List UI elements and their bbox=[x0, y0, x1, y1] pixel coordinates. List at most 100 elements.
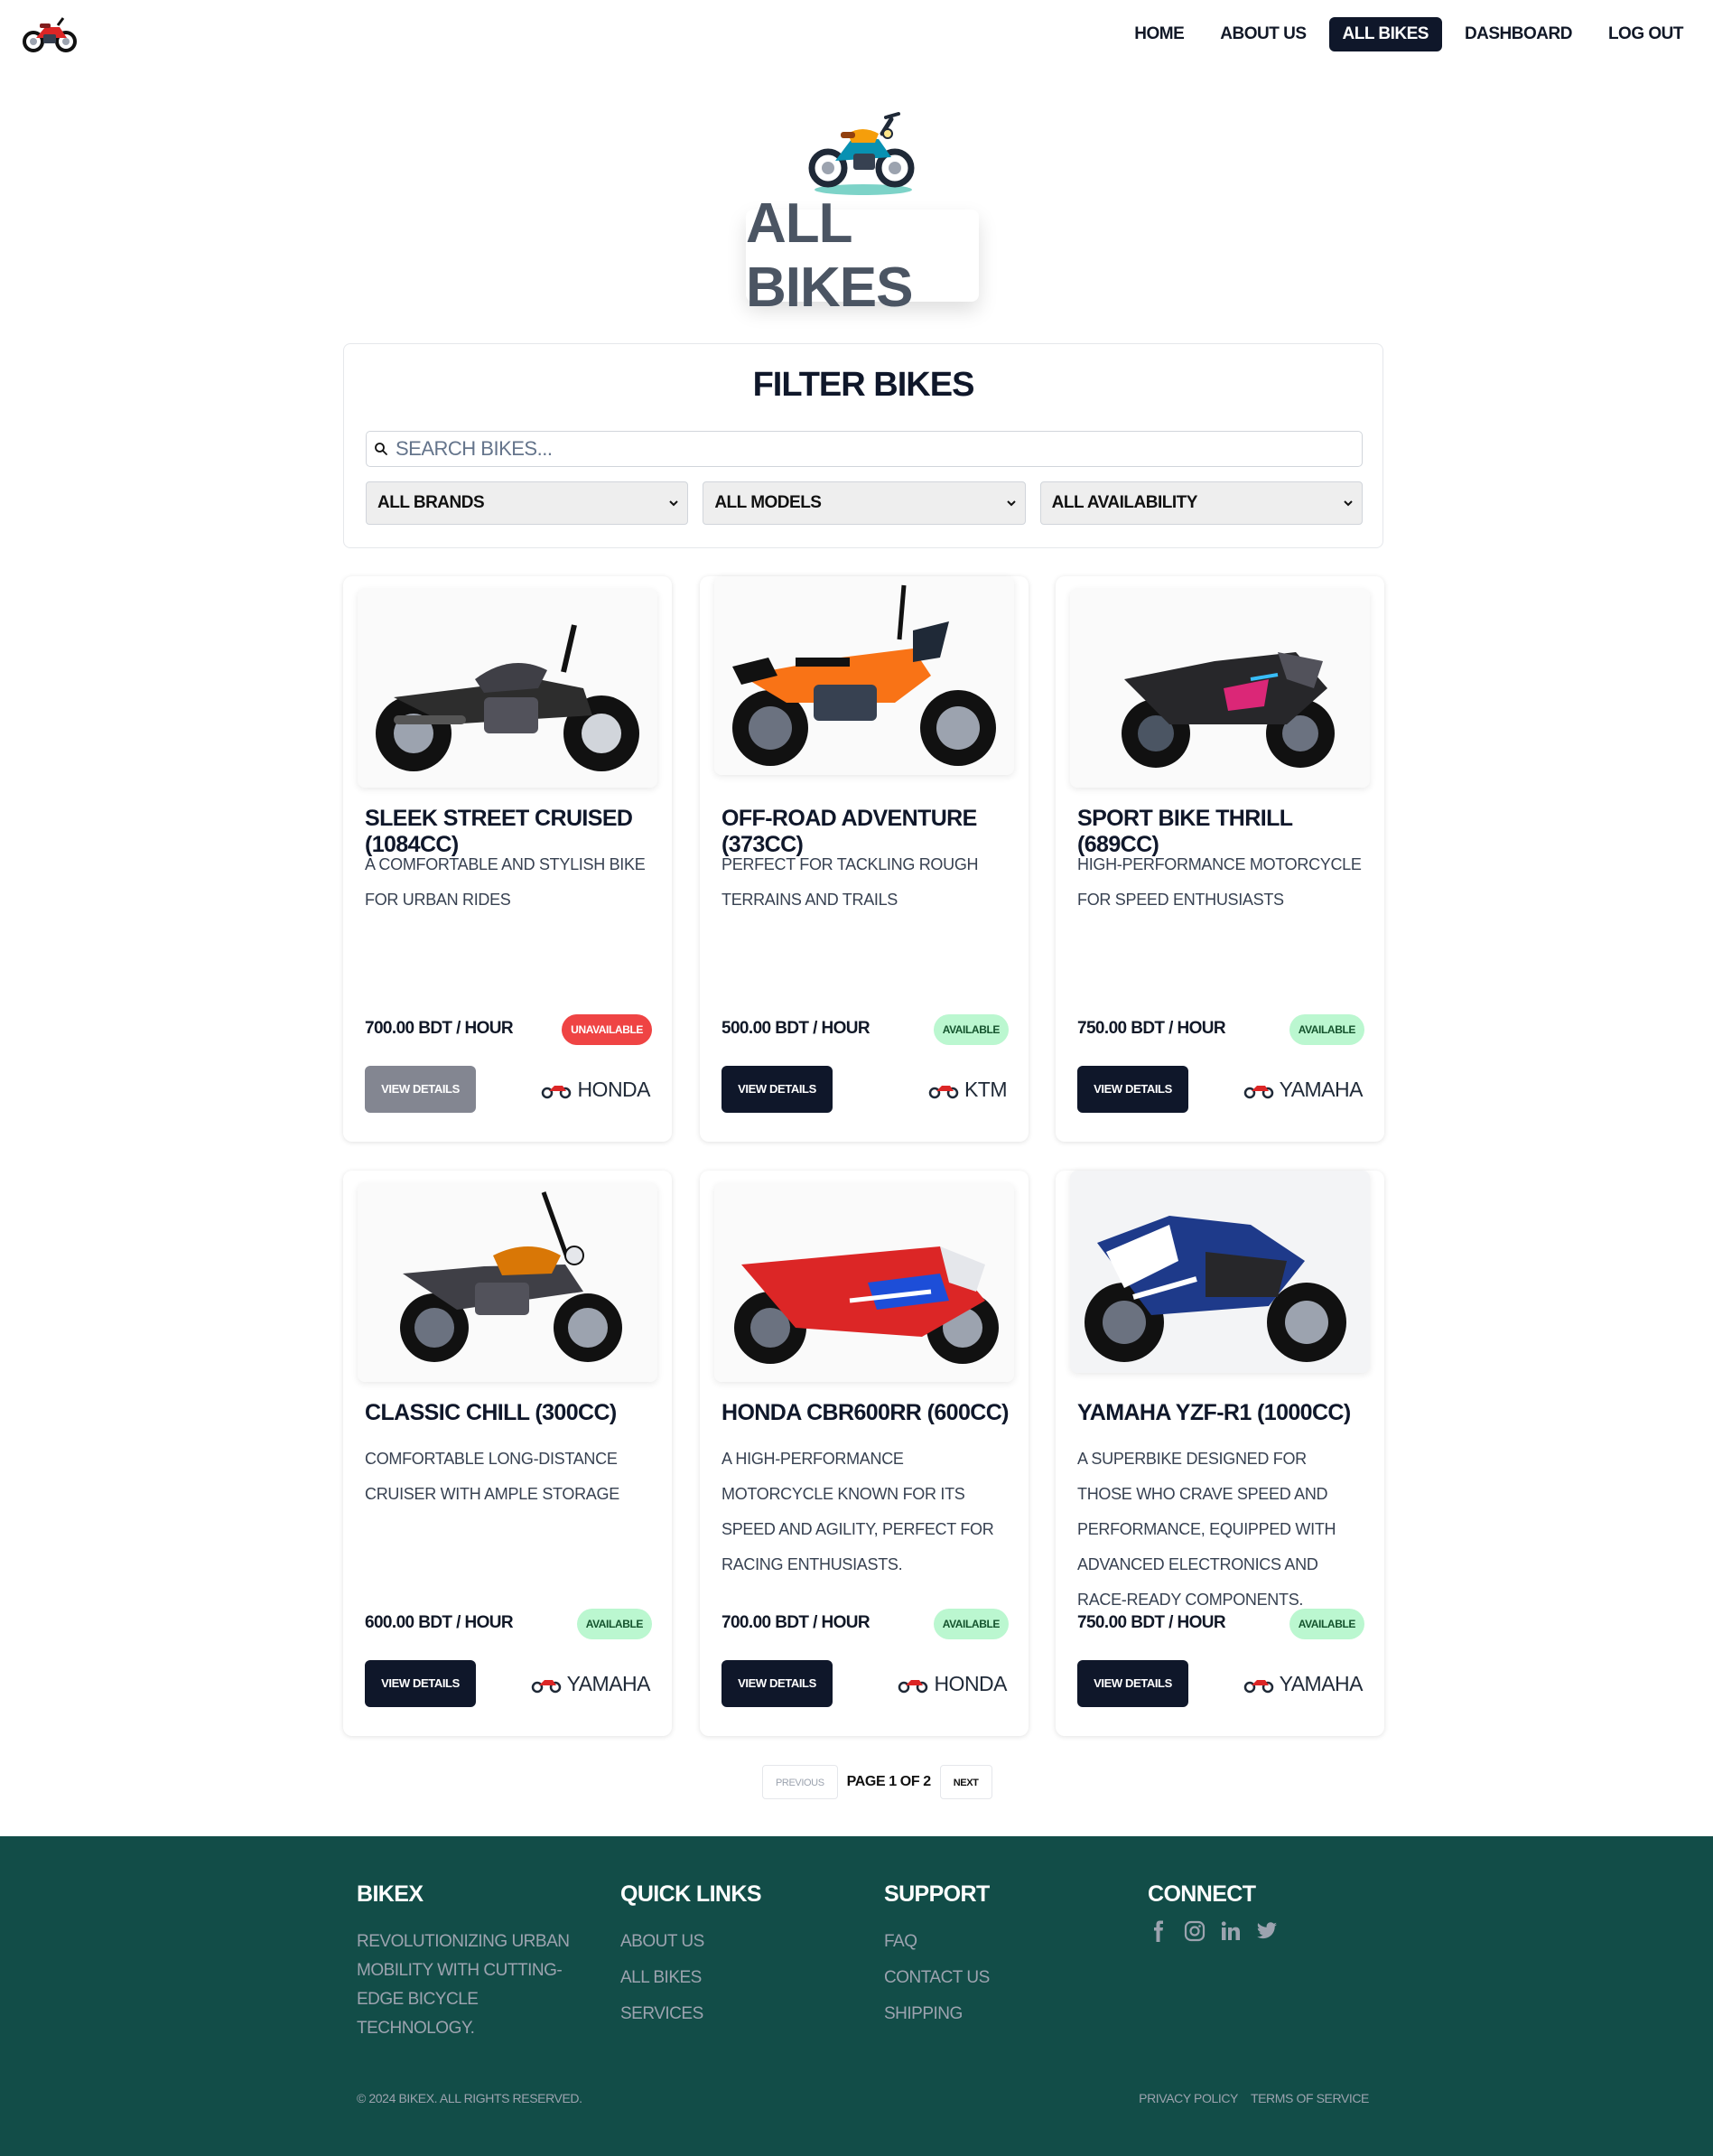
bike-price: 700.00 BDT / hour bbox=[365, 1019, 514, 1038]
copyright: © 2024 BikeX. All rights reserved. bbox=[357, 2091, 582, 2105]
bike-price: 600.00 BDT / hour bbox=[365, 1613, 514, 1632]
footer: BikeX Revolutionizing urban mobility wit… bbox=[0, 1836, 1713, 2156]
terms-of-service-link[interactable]: Terms of Service bbox=[1251, 2091, 1369, 2105]
bike-card: Sport Bike Thrill (689cc) High-performan… bbox=[1056, 576, 1384, 1142]
availability-select-value: All Availability bbox=[1051, 493, 1198, 512]
footer-tagline: Revolutionizing urban mobility with cutt… bbox=[357, 1932, 570, 2038]
bike-brand: KTM bbox=[928, 1078, 1008, 1102]
bike-card: Sleek Street Cruised (1084cc) A comforta… bbox=[343, 576, 672, 1142]
bike-brand-label: Yamaha bbox=[1279, 1078, 1364, 1101]
motorcycle-icon bbox=[898, 1679, 928, 1693]
motorcycle-illustration-icon bbox=[808, 112, 915, 195]
view-details-button[interactable]: View Details bbox=[722, 1660, 833, 1707]
model-select[interactable]: All Models bbox=[703, 481, 1026, 525]
bike-price: 500.00 BDT / hour bbox=[722, 1019, 870, 1038]
availability-select[interactable]: All Availability bbox=[1039, 481, 1363, 525]
nav-about-us[interactable]: About Us bbox=[1206, 17, 1319, 51]
bike-brand-label: Honda bbox=[934, 1672, 1007, 1695]
bike-brand: Honda bbox=[898, 1672, 1007, 1696]
motorcycle-icon bbox=[531, 1679, 561, 1693]
facebook-icon[interactable] bbox=[1148, 1920, 1169, 1942]
footer-link-about-us[interactable]: About Us bbox=[620, 1924, 761, 1960]
motorcycle-logo-icon[interactable] bbox=[22, 13, 78, 54]
motorcycle-icon bbox=[1243, 1679, 1273, 1693]
bike-card: Yamaha YZF-R1 (1000cc) A superbike desig… bbox=[1056, 1171, 1384, 1736]
search-input[interactable]: Search bikes... bbox=[366, 431, 1363, 467]
bike-description: Perfect for tackling rough terrains and … bbox=[722, 855, 979, 909]
view-details-button[interactable]: View Details bbox=[1077, 1660, 1188, 1707]
view-details-button[interactable]: View Details bbox=[722, 1066, 833, 1113]
filter-title: Filter Bikes bbox=[752, 366, 975, 404]
bike-title: Honda CBR600RR (600cc) bbox=[722, 1400, 1009, 1425]
nav-all-bikes[interactable]: All Bikes bbox=[1328, 17, 1442, 51]
bike-image bbox=[714, 576, 1014, 775]
quick-links-heading: Quick Links bbox=[620, 1881, 762, 1907]
twitter-icon[interactable] bbox=[1256, 1920, 1278, 1942]
bike-brand: Yamaha bbox=[531, 1672, 651, 1696]
chevron-down-icon bbox=[669, 500, 679, 507]
footer-brand: BikeX bbox=[357, 1881, 424, 1907]
brand-select-value: All Brands bbox=[377, 493, 485, 512]
motorcycle-icon bbox=[928, 1085, 959, 1098]
footer-link-faq[interactable]: FAQ bbox=[884, 1924, 990, 1960]
bike-card: Honda CBR600RR (600cc) A high-performanc… bbox=[700, 1171, 1029, 1736]
nav-dashboard[interactable]: Dashboard bbox=[1451, 17, 1586, 51]
support-heading: Support bbox=[884, 1881, 990, 1907]
brand-select[interactable]: All Brands bbox=[366, 481, 689, 525]
view-details-button[interactable]: View Details bbox=[365, 1660, 476, 1707]
next-button[interactable]: Next bbox=[939, 1765, 992, 1799]
bike-brand-label: Yamaha bbox=[1279, 1672, 1364, 1695]
bike-image bbox=[1070, 1171, 1370, 1373]
motorcycle-icon bbox=[542, 1085, 572, 1098]
bike-card: Classic Chill (300cc) Comfortable long-d… bbox=[343, 1171, 672, 1736]
status-badge: Available bbox=[933, 1014, 1009, 1045]
footer-link-all-bikes[interactable]: All Bikes bbox=[620, 1960, 761, 1996]
instagram-icon[interactable] bbox=[1184, 1920, 1206, 1942]
previous-button[interactable]: Previous bbox=[762, 1765, 838, 1799]
bike-title: Classic Chill (300cc) bbox=[365, 1400, 617, 1425]
bike-image bbox=[714, 1183, 1014, 1382]
status-badge: Unavailable bbox=[562, 1014, 652, 1045]
model-select-value: All Models bbox=[714, 493, 822, 512]
bike-brand-label: KTM bbox=[964, 1078, 1008, 1101]
connect-heading: Connect bbox=[1148, 1881, 1256, 1907]
pagination: Previous Page 1 of 2 Next bbox=[762, 1765, 992, 1799]
page-title-box: All Bikes bbox=[746, 192, 979, 319]
chevron-down-icon bbox=[1344, 500, 1353, 507]
filter-panel: Filter Bikes Search bikes... All Brands … bbox=[343, 343, 1383, 548]
privacy-policy-link[interactable]: Privacy Policy bbox=[1139, 2091, 1238, 2105]
linkedin-icon[interactable] bbox=[1220, 1920, 1242, 1942]
bike-description: Comfortable long-distance cruiser with a… bbox=[365, 1450, 619, 1503]
bike-brand-label: Honda bbox=[577, 1078, 650, 1101]
bike-price: 750.00 BDT / hour bbox=[1077, 1019, 1226, 1038]
bike-description: A superbike designed for those who crave… bbox=[1077, 1450, 1336, 1609]
bike-description: A comfortable and stylish bike for urban… bbox=[365, 855, 646, 909]
search-placeholder: Search bikes... bbox=[396, 437, 553, 460]
bike-brand: Honda bbox=[541, 1078, 650, 1102]
bike-image bbox=[1070, 589, 1370, 788]
footer-link-services[interactable]: Services bbox=[620, 1996, 761, 2032]
footer-link-contact-us[interactable]: Contact Us bbox=[884, 1960, 990, 1996]
chevron-down-icon bbox=[1006, 500, 1016, 507]
page-indicator: Page 1 of 2 bbox=[846, 1774, 932, 1789]
nav-home[interactable]: Home bbox=[1121, 17, 1197, 51]
bike-price: 750.00 BDT / hour bbox=[1077, 1613, 1226, 1632]
bike-card: Off-Road Adventure (373cc) Perfect for t… bbox=[700, 576, 1029, 1142]
status-badge: Available bbox=[933, 1609, 1009, 1639]
bike-price: 700.00 BDT / hour bbox=[722, 1613, 870, 1632]
bike-brand: Yamaha bbox=[1243, 1672, 1364, 1696]
bike-brand-label: Yamaha bbox=[566, 1672, 651, 1695]
status-badge: Available bbox=[576, 1609, 652, 1639]
bike-description: A high-performance motorcycle known for … bbox=[722, 1450, 994, 1573]
bike-description: High-performance motorcycle for speed en… bbox=[1077, 855, 1362, 909]
bike-title: Yamaha YZF-R1 (1000cc) bbox=[1077, 1400, 1351, 1425]
view-details-button[interactable]: View Details bbox=[365, 1066, 476, 1113]
footer-link-shipping[interactable]: Shipping bbox=[884, 1996, 990, 2032]
view-details-button[interactable]: View Details bbox=[1077, 1066, 1188, 1113]
status-badge: Available bbox=[1289, 1609, 1364, 1639]
search-icon bbox=[375, 443, 387, 455]
top-navbar: Home About Us All Bikes Dashboard Log Ou… bbox=[0, 0, 1713, 70]
status-badge: Available bbox=[1289, 1014, 1364, 1045]
bike-image bbox=[358, 1183, 657, 1382]
nav-log-out[interactable]: Log Out bbox=[1595, 17, 1697, 51]
